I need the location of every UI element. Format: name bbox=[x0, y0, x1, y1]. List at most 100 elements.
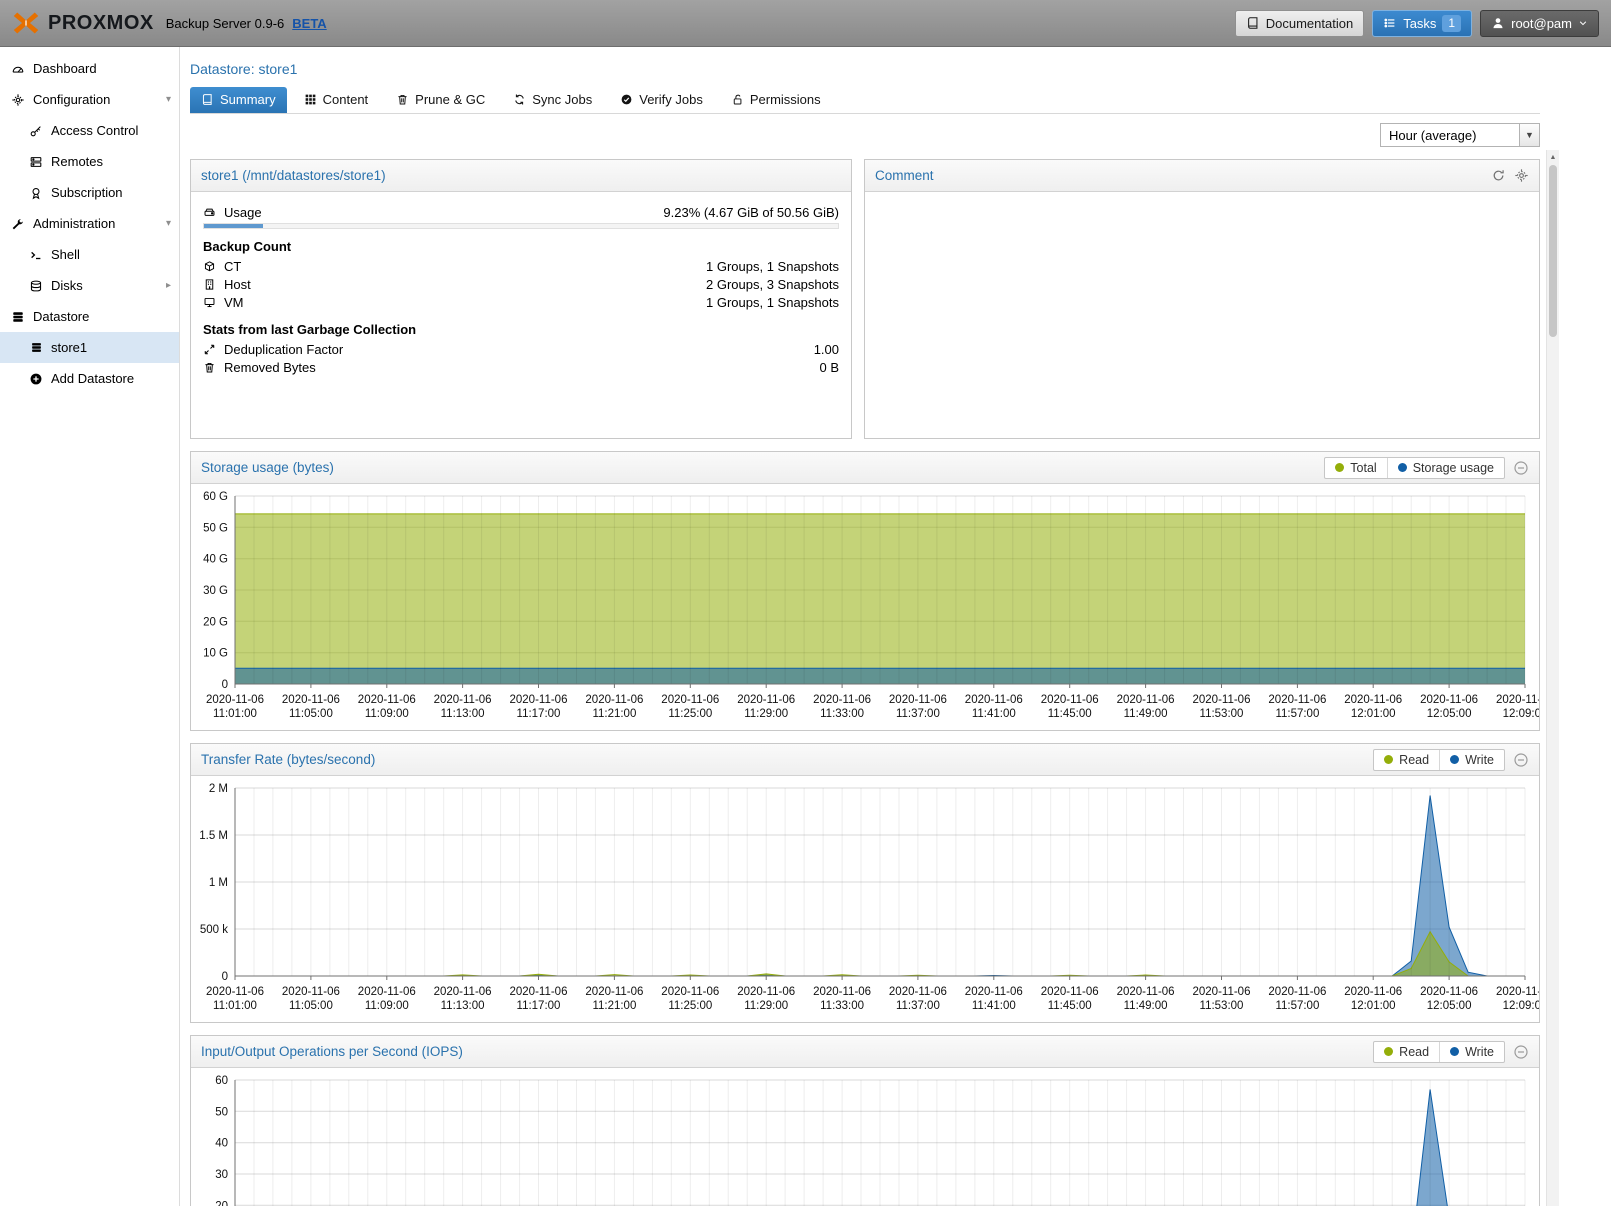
book-icon bbox=[201, 93, 214, 106]
collapse-icon[interactable] bbox=[1513, 752, 1529, 768]
panel-header: store1 (/mnt/datastores/store1) bbox=[191, 160, 851, 192]
sidebar-item-datastore[interactable]: Datastore bbox=[0, 301, 179, 332]
legend-dot bbox=[1384, 755, 1393, 764]
user-menu-button[interactable]: root@pam bbox=[1480, 10, 1599, 37]
reload-icon[interactable] bbox=[1491, 168, 1506, 183]
sidebar-item-label: store1 bbox=[51, 340, 87, 355]
brand-text: PROXMOX bbox=[48, 12, 154, 35]
iops-panel: Input/Output Operations per Second (IOPS… bbox=[190, 1035, 1540, 1206]
svg-text:12:01:00: 12:01:00 bbox=[1351, 708, 1396, 720]
storage-usage-chart: 010 G20 G30 G40 G50 G60 G2020-11-0611:01… bbox=[191, 484, 1539, 730]
chevron-down-icon: ▾ bbox=[166, 218, 171, 229]
svg-text:2020-11-06: 2020-11-06 bbox=[661, 986, 719, 998]
time-range-combobox[interactable]: Hour (average) ▼ bbox=[1380, 123, 1540, 147]
sidebar-item-label: Shell bbox=[51, 247, 80, 262]
tasks-button[interactable]: Tasks 1 bbox=[1372, 10, 1472, 37]
legend-label: Storage usage bbox=[1413, 461, 1494, 475]
key-icon bbox=[28, 124, 44, 138]
svg-text:11:41:00: 11:41:00 bbox=[972, 1000, 1016, 1012]
tab-summary[interactable]: Summary bbox=[190, 87, 287, 113]
hdd-icon bbox=[203, 206, 218, 219]
svg-text:40: 40 bbox=[215, 1138, 228, 1150]
host-label: Host bbox=[224, 277, 251, 292]
svg-text:2020-11-06: 2020-11-06 bbox=[1193, 986, 1251, 998]
svg-text:50: 50 bbox=[215, 1106, 228, 1118]
svg-text:2020-11-06: 2020-11-06 bbox=[1117, 986, 1175, 998]
panel-title: Comment bbox=[875, 168, 934, 183]
task-list-icon bbox=[1383, 16, 1397, 30]
sidebar-item-access-control[interactable]: Access Control bbox=[0, 115, 179, 146]
gear-icon[interactable] bbox=[1514, 168, 1529, 183]
backup-count-heading: Backup Count bbox=[203, 239, 839, 254]
collapse-icon[interactable] bbox=[1513, 460, 1529, 476]
beta-link[interactable]: BETA bbox=[292, 16, 326, 31]
tab-label: Content bbox=[323, 92, 369, 107]
legend-item-total[interactable]: Total bbox=[1325, 458, 1386, 478]
svg-text:1.5 M: 1.5 M bbox=[199, 830, 228, 842]
ct-value: 1 Groups, 1 Snapshots bbox=[706, 259, 839, 274]
documentation-button[interactable]: Documentation bbox=[1235, 10, 1364, 37]
sidebar-item-store1[interactable]: store1 bbox=[0, 332, 179, 363]
legend-item-read[interactable]: Read bbox=[1374, 1042, 1439, 1062]
svg-text:12:09:00: 12:09:00 bbox=[1503, 1000, 1539, 1012]
tab-sync-jobs[interactable]: Sync Jobs bbox=[502, 87, 603, 113]
tab-verify-jobs[interactable]: Verify Jobs bbox=[609, 87, 714, 113]
svg-text:2020-11-06: 2020-11-06 bbox=[358, 986, 416, 998]
tab-content[interactable]: Content bbox=[293, 87, 380, 113]
vertical-scrollbar[interactable]: ▲ bbox=[1546, 150, 1559, 1206]
panel-header: Storage usage (bytes) Total Storage usag… bbox=[191, 452, 1539, 484]
sidebar-item-remotes[interactable]: Remotes bbox=[0, 146, 179, 177]
comment-panel: Comment bbox=[864, 159, 1540, 439]
svg-text:2020-11-06: 2020-11-06 bbox=[1041, 986, 1099, 998]
chevron-down-icon bbox=[1578, 18, 1588, 28]
cube-icon bbox=[203, 260, 218, 273]
svg-text:50 G: 50 G bbox=[203, 522, 228, 534]
svg-text:11:37:00: 11:37:00 bbox=[896, 1000, 940, 1012]
legend-dot bbox=[1384, 1047, 1393, 1056]
legend-item-storage-usage[interactable]: Storage usage bbox=[1387, 458, 1504, 478]
svg-text:2020-11-06: 2020-11-06 bbox=[510, 986, 568, 998]
svg-text:2020-11-06: 2020-11-06 bbox=[965, 694, 1023, 706]
tab-permissions[interactable]: Permissions bbox=[720, 87, 832, 113]
svg-text:12:05:00: 12:05:00 bbox=[1427, 708, 1472, 720]
legend-label: Read bbox=[1399, 1045, 1429, 1059]
sidebar: Dashboard Configuration ▾ Access Control bbox=[0, 47, 180, 1206]
trash-icon bbox=[396, 93, 409, 106]
legend-dot bbox=[1450, 755, 1459, 764]
svg-text:2020-11-06: 2020-11-06 bbox=[1268, 694, 1326, 706]
scrollbar-thumb[interactable] bbox=[1549, 165, 1557, 337]
sidebar-item-subscription[interactable]: Subscription bbox=[0, 177, 179, 208]
sidebar-item-administration[interactable]: Administration ▾ bbox=[0, 208, 179, 239]
collapse-icon[interactable] bbox=[1513, 1044, 1529, 1060]
sidebar-item-label: Add Datastore bbox=[51, 371, 134, 386]
tab-prune-gc[interactable]: Prune & GC bbox=[385, 87, 496, 113]
legend-item-write[interactable]: Write bbox=[1439, 750, 1504, 770]
svg-text:11:53:00: 11:53:00 bbox=[1200, 708, 1244, 720]
database-icon bbox=[28, 341, 44, 354]
sidebar-item-disks[interactable]: Disks ▸ bbox=[0, 270, 179, 301]
gauge-icon bbox=[10, 62, 26, 76]
sidebar-item-label: Dashboard bbox=[33, 61, 97, 76]
unlock-icon bbox=[731, 93, 744, 106]
sidebar-item-shell[interactable]: Shell bbox=[0, 239, 179, 270]
legend-item-read[interactable]: Read bbox=[1374, 750, 1439, 770]
panel-header: Comment bbox=[865, 160, 1539, 192]
legend-item-write[interactable]: Write bbox=[1439, 1042, 1504, 1062]
svg-text:2020-11-06: 2020-11-06 bbox=[585, 694, 643, 706]
sidebar-item-dashboard[interactable]: Dashboard bbox=[0, 53, 179, 84]
sync-icon bbox=[513, 93, 526, 106]
sidebar-item-add-datastore[interactable]: Add Datastore bbox=[0, 363, 179, 394]
svg-text:11:05:00: 11:05:00 bbox=[289, 1000, 333, 1012]
sidebar-item-configuration[interactable]: Configuration ▾ bbox=[0, 84, 179, 115]
legend-label: Write bbox=[1465, 1045, 1494, 1059]
trash-icon bbox=[203, 361, 218, 374]
scroll-up-arrow[interactable]: ▲ bbox=[1547, 150, 1559, 164]
legend-label: Write bbox=[1465, 753, 1494, 767]
summary-body: Usage 9.23% (4.67 GiB of 50.56 GiB) Back… bbox=[191, 192, 851, 388]
chart-legend: Read Write bbox=[1373, 749, 1505, 771]
svg-text:500 k: 500 k bbox=[200, 924, 228, 936]
chevron-down-icon[interactable]: ▼ bbox=[1519, 124, 1539, 146]
panel-header: Input/Output Operations per Second (IOPS… bbox=[191, 1036, 1539, 1068]
vm-value: 1 Groups, 1 Snapshots bbox=[706, 295, 839, 310]
svg-text:60 G: 60 G bbox=[203, 491, 228, 503]
